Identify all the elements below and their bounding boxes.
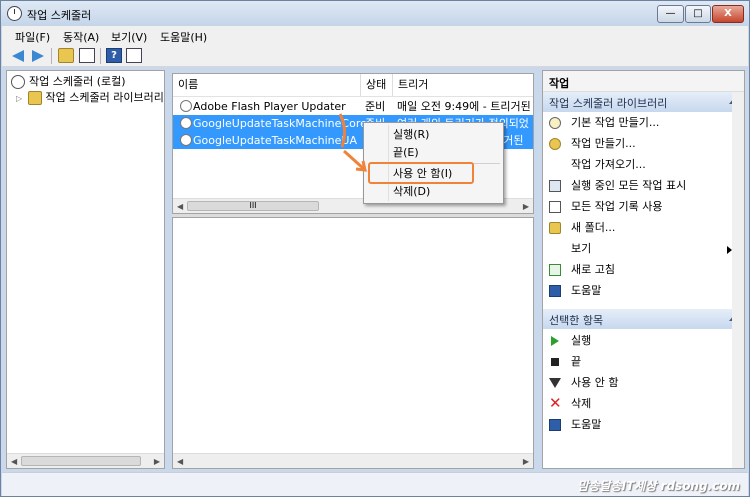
scroll-right-arrow-icon[interactable]: ▶ <box>154 457 160 466</box>
up-folder-icon[interactable] <box>58 48 74 63</box>
section-library[interactable]: 작업 스케줄러 라이브러리 <box>543 92 744 112</box>
scroll-right-arrow-icon[interactable]: ▶ <box>523 202 529 211</box>
folder-icon <box>549 222 561 234</box>
scroll-left-arrow-icon[interactable]: ◀ <box>177 202 183 211</box>
wizard-icon <box>549 117 561 129</box>
action-label: 모든 작업 기록 사용 <box>571 200 663 213</box>
action-label: 도움말 <box>571 418 602 431</box>
menu-item-run[interactable]: 실행(R) <box>393 126 429 144</box>
menu-help[interactable]: 도움말(H) <box>160 29 207 45</box>
toolbar-separator <box>51 48 52 64</box>
history-icon <box>549 201 561 213</box>
tree-root-label: 작업 스케줄러 (로컬) <box>29 75 126 88</box>
delete-icon: ✕ <box>549 394 562 412</box>
actions-header: 작업 <box>543 71 744 92</box>
window-title: 작업 스케줄러 <box>27 9 92 22</box>
action-label: 작업 만들기... <box>571 137 636 150</box>
task-trigger: 매일 오전 9:49에 - 트리거된 <box>397 100 531 113</box>
task-clock-icon <box>180 117 192 129</box>
clock-icon <box>7 6 22 21</box>
tree-library-label: 작업 스케줄러 라이브러리 <box>45 91 164 104</box>
task-name: Adobe Flash Player Updater <box>193 100 346 113</box>
scroll-left-arrow-icon[interactable]: ◀ <box>11 457 17 466</box>
action-label: 끝 <box>571 355 582 368</box>
menu-bar: 파일(F) 동작(A) 보기(V) 도움말(H) <box>2 26 748 45</box>
clock-icon <box>11 75 25 89</box>
action-label: 삭제 <box>571 397 592 410</box>
status-bar: 맘송달송IT세상 rdsong.com <box>2 472 748 496</box>
watermark-text: 맘송달송IT세상 rdsong.com <box>577 479 740 493</box>
scroll-thumb[interactable]: III <box>187 201 319 211</box>
help-icon[interactable]: ? <box>106 48 122 63</box>
show-console-tree-icon[interactable] <box>79 48 95 63</box>
action-label: 사용 안 함 <box>571 376 619 389</box>
horizontal-scrollbar[interactable]: ◀ ▶ <box>173 453 533 468</box>
console-tree: 작업 스케줄러 (로컬) ▷ 작업 스케줄러 라이브러리 ◀ ▶ <box>6 70 165 469</box>
disable-icon <box>549 378 561 388</box>
action-label: 보기 <box>571 242 592 255</box>
annotation-highlight-box <box>368 162 474 184</box>
folder-clock-icon <box>27 91 42 105</box>
action-label: 도움말 <box>571 284 602 297</box>
forward-arrow-icon[interactable] <box>30 48 46 63</box>
help-icon <box>549 285 561 297</box>
create-task-icon <box>549 138 561 150</box>
menu-item-delete[interactable]: 삭제(D) <box>393 183 430 201</box>
menu-item-end[interactable]: 끝(E) <box>393 144 419 162</box>
menu-view[interactable]: 보기(V) <box>111 29 147 45</box>
action-pane-icon[interactable] <box>126 48 142 63</box>
tree-item-root[interactable]: 작업 스케줄러 (로컬) <box>11 73 126 89</box>
section-selected-label: 선택한 항목 <box>549 314 604 327</box>
expand-arrow-icon[interactable]: ▷ <box>16 94 24 103</box>
scroll-thumb[interactable] <box>21 456 141 466</box>
section-library-label: 작업 스케줄러 라이브러리 <box>549 97 668 110</box>
column-header-name[interactable]: 이름 <box>173 74 361 96</box>
column-header-trigger[interactable]: 트리거 <box>393 74 533 96</box>
toolbar: ? <box>2 45 748 67</box>
action-label: 기본 작업 만들기... <box>571 116 660 129</box>
refresh-icon <box>549 264 561 276</box>
horizontal-scrollbar[interactable]: ◀ ▶ <box>7 453 164 468</box>
title-bar[interactable]: 작업 스케줄러 — □ X <box>1 1 749 27</box>
maximize-button[interactable]: □ <box>685 5 711 23</box>
annotation-arrow-icon <box>338 113 367 172</box>
task-detail-pane: ◀ ▶ <box>172 217 534 469</box>
action-label: 새 폴더... <box>571 221 616 234</box>
stop-icon <box>551 358 559 366</box>
toolbar-separator <box>100 48 101 64</box>
action-label: 작업 가져오기... <box>571 158 646 171</box>
task-scheduler-window: 작업 스케줄러 — □ X 파일(F) 동작(A) 보기(V) 도움말(H) ?… <box>0 0 750 497</box>
close-button[interactable]: X <box>712 5 744 23</box>
task-clock-icon <box>180 100 192 112</box>
action-label: 새로 고침 <box>571 263 615 276</box>
back-arrow-icon[interactable] <box>11 48 27 63</box>
run-icon <box>551 336 559 346</box>
scroll-right-arrow-icon[interactable]: ▶ <box>523 457 529 466</box>
actions-pane: 작업 작업 스케줄러 라이브러리 기본 작업 만들기... 작업 만들기... … <box>542 70 745 469</box>
section-selected[interactable]: 선택한 항목 <box>543 309 744 329</box>
header-divider <box>173 96 533 97</box>
task-clock-icon <box>180 134 192 146</box>
scroll-left-arrow-icon[interactable]: ◀ <box>177 457 183 466</box>
help-icon <box>549 419 561 431</box>
menu-file[interactable]: 파일(F) <box>15 29 50 45</box>
tree-item-library[interactable]: ▷ 작업 스케줄러 라이브러리 <box>16 89 164 105</box>
action-label: 실행 <box>571 334 592 347</box>
minimize-button[interactable]: — <box>657 5 684 23</box>
vertical-scrollbar[interactable] <box>732 92 744 468</box>
menu-action[interactable]: 동작(A) <box>63 29 99 45</box>
running-tasks-icon <box>549 180 561 192</box>
action-label: 실행 중인 모든 작업 표시 <box>571 179 687 192</box>
task-name: GoogleUpdateTaskMachineUA <box>193 134 357 147</box>
column-header-status[interactable]: 상태 <box>361 74 393 96</box>
